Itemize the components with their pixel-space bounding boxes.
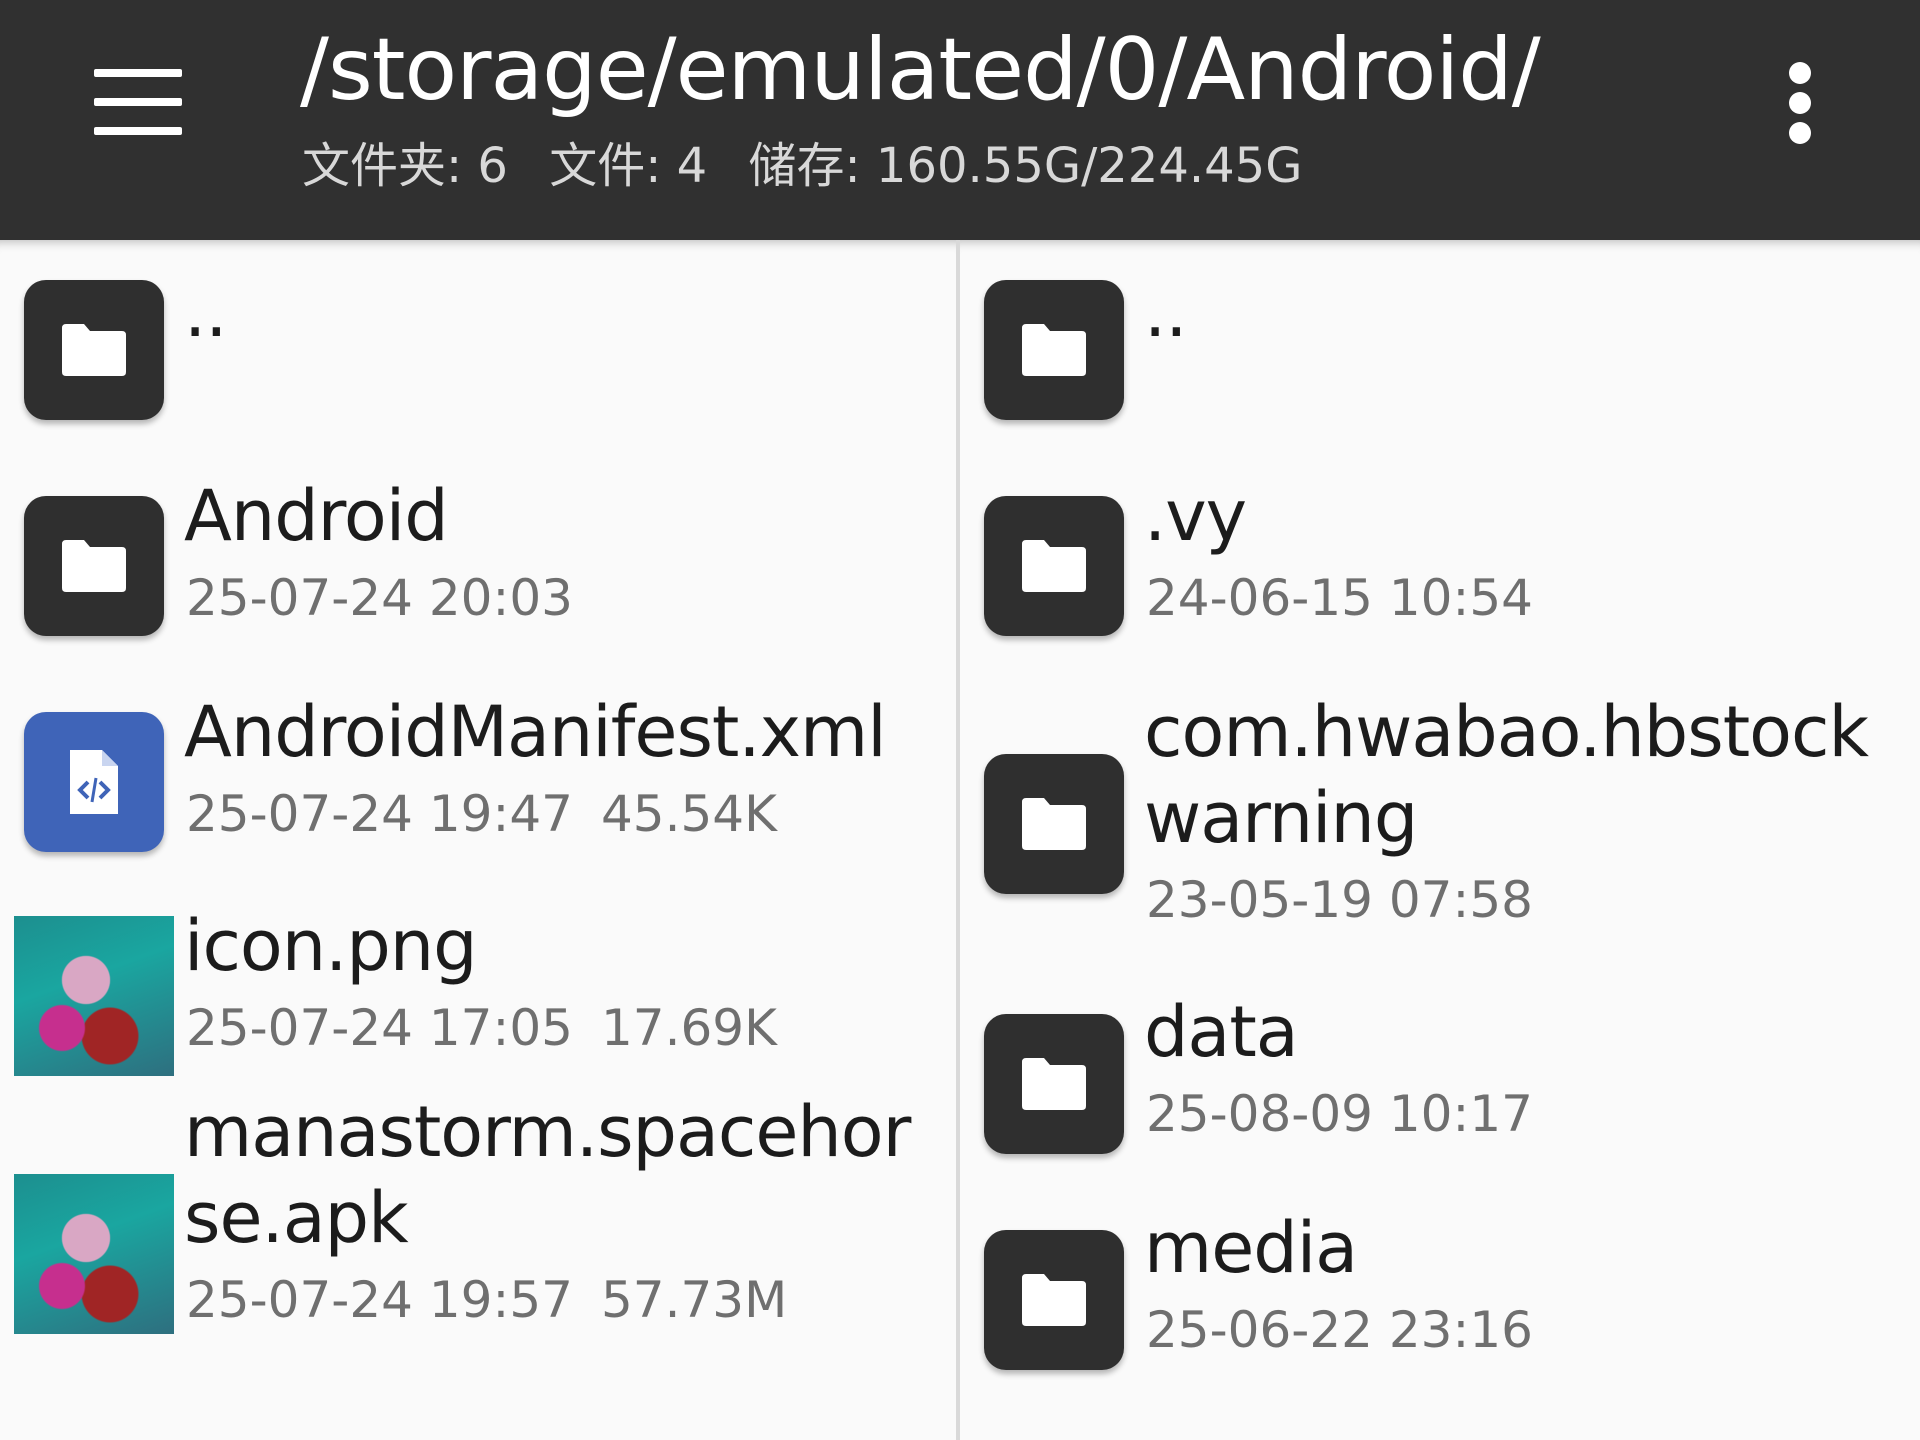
file-name: com.hwabao.hbstock [1144,691,1869,773]
xml-file-icon [24,712,164,852]
file-size: 57.73M [600,1271,788,1329]
file-date: 25-07-24 19:57 [186,1271,573,1329]
file-name-continued: se.apk [184,1177,409,1259]
storage-usage: 储存: 160.55G/224.45G [748,138,1303,194]
file-name: .vy [1144,475,1247,557]
file-name: manastorm.spacehor [184,1091,911,1173]
file-date: 25-06-22 23:16 [1146,1301,1533,1359]
file-name: .. [184,271,228,353]
left-file-pane[interactable]: .. Android 25-07-24 20:03 AndroidManifes… [0,240,956,1440]
list-item-icon-png[interactable]: icon.png 25-07-24 17:05 17.69K [0,905,956,1086]
list-item-androidmanifest[interactable]: AndroidManifest.xml 25-07-24 19:47 45.54K [0,691,956,862]
right-file-pane[interactable]: .. .vy 24-06-15 10:54 com.hwabao.hbstock… [960,240,1920,1440]
file-date: 25-07-24 17:05 [186,999,573,1057]
file-name-continued: warning [1144,777,1418,859]
list-item-parent-dir[interactable]: .. [0,271,956,430]
file-date: 23-05-19 07:58 [1146,871,1533,929]
file-name: media [1144,1207,1358,1289]
file-name: Android [184,475,449,557]
folder-icon [984,280,1124,420]
file-date: 24-06-15 10:54 [1146,569,1533,627]
file-size: 17.69K [600,999,777,1057]
menu-icon-bar [94,98,182,106]
file-count: 文件: 4 [549,138,708,194]
list-item-manastorm-apk[interactable]: manastorm.spacehor se.apk 25-07-24 19:57… [0,1091,956,1434]
folder-icon [984,754,1124,894]
file-name: AndroidManifest.xml [184,691,887,773]
list-item-android[interactable]: Android 25-07-24 20:03 [0,475,956,646]
image-thumbnail [14,916,174,1076]
folder-icon [24,280,164,420]
folder-icon [24,496,164,636]
list-item-data[interactable]: data 25-08-09 10:17 [960,991,1920,1164]
list-item-parent-dir[interactable]: .. [960,271,1920,430]
file-size: 45.54K [600,785,777,843]
list-item-vy[interactable]: .vy 24-06-15 10:54 [960,475,1920,646]
file-date: 25-07-24 19:47 [186,785,573,843]
menu-icon-bar [94,69,182,77]
file-name: data [1144,991,1299,1073]
menu-icon-bar [94,127,182,135]
app-bar: /storage/emulated/0/Android/ 文件夹: 6 文件: … [0,0,1920,240]
folder-icon [984,496,1124,636]
file-meta: 25-07-24 19:57 57.73M [186,1270,787,1330]
file-meta: 25-07-24 17:05 17.69K [186,998,777,1058]
folder-count: 文件夹: 6 [302,138,508,194]
file-name: .. [1144,271,1188,353]
folder-icon [984,1230,1124,1370]
list-item-com-hwabao[interactable]: com.hwabao.hbstock warning 23-05-19 07:5… [960,691,1920,929]
file-name: icon.png [184,905,478,987]
list-item-media[interactable]: media 25-06-22 23:16 [960,1207,1920,1380]
more-options-icon[interactable] [1772,58,1828,148]
file-date: 25-08-09 10:17 [1146,1085,1533,1143]
file-meta: 25-07-24 19:47 45.54K [186,784,777,844]
storage-stats: 文件夹: 6 文件: 4 储存: 160.55G/224.45G [302,136,1702,196]
folder-icon [984,1014,1124,1154]
menu-icon[interactable] [88,66,188,138]
apk-thumbnail [14,1174,174,1334]
file-date: 25-07-24 20:03 [186,569,573,627]
path-title: /storage/emulated/0/Android/ [300,20,1541,120]
